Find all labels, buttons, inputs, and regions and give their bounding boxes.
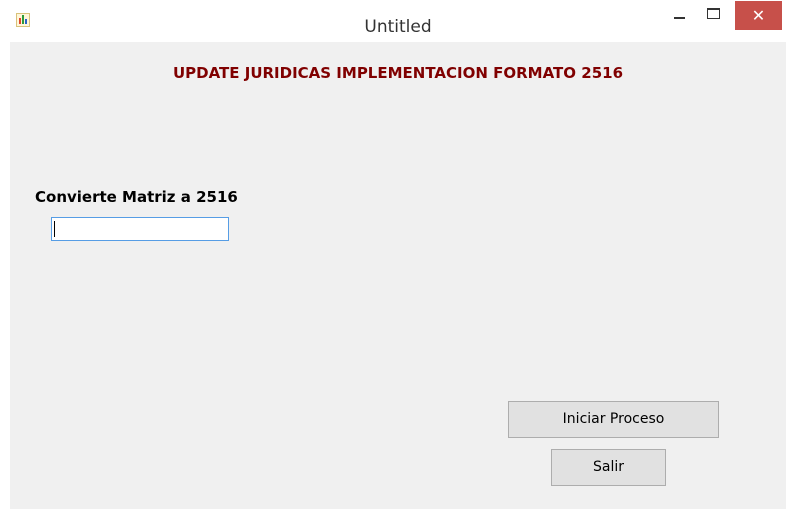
close-icon: ✕ [751,6,766,25]
close-button[interactable]: ✕ [735,1,782,30]
minimize-button[interactable] [665,0,694,30]
text-caret [54,221,55,237]
maximize-icon [707,8,720,19]
app-window: Untitled ✕ UPDATE JURIDICAS IMPLEMENTACI… [10,0,786,509]
matrix-field-label: Convierte Matriz a 2516 [35,188,238,206]
title-bar[interactable]: Untitled ✕ [10,0,786,42]
exit-button[interactable]: Salir [551,449,666,486]
form-heading: UPDATE JURIDICAS IMPLEMENTACION FORMATO … [172,64,624,82]
matrix-input[interactable] [51,217,229,241]
maximize-button[interactable] [700,0,729,30]
start-process-button[interactable]: Iniciar Proceso [508,401,719,438]
minimize-icon [674,17,685,19]
